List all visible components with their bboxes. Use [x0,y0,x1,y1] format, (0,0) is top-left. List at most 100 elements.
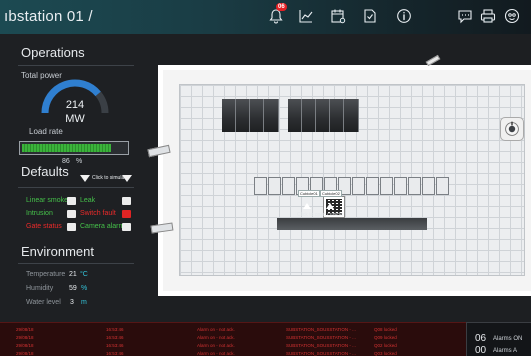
alarm-time: 16:53:46 [106,327,124,332]
equipment-rack[interactable] [288,99,302,132]
equipment-rack[interactable] [222,99,236,132]
alarm-date: 29/08/18 [16,335,34,340]
default-switch-fault-checkbox[interactable] [122,210,131,218]
cubicle[interactable] [268,177,281,195]
cubicle[interactable] [408,177,421,195]
water-level-label: Water level [26,299,61,306]
defaults-divider [18,187,134,188]
cubicle-row-base [277,218,427,230]
simulate-right-arrow-icon[interactable] [122,175,132,182]
alarm-row[interactable]: 29/08/18 16:53:46 Alarm on - not ack. SU… [0,350,466,356]
substation-3d-view[interactable]: Cubicle01 Cubicle02 Click to open cubicl… [147,34,531,322]
alarm-source: SUBSTATION_SOUSSTATION - ... [286,327,356,332]
cubicle-1-arrow-icon[interactable] [303,203,311,209]
equipment-rack[interactable] [344,99,359,132]
header-bar: ıbstation 01 / 06 [0,0,531,34]
document-icon[interactable] [362,8,378,24]
alarm-message: Q08 locked [374,327,397,332]
cubicle-label-1[interactable]: Cubicle01 [298,190,320,197]
alarm-date: 29/08/18 [16,327,34,332]
chart-icon[interactable] [298,8,314,24]
default-camera-alarm-checkbox[interactable] [122,223,131,231]
cubicle[interactable] [436,177,449,195]
open-cubicle-hint: Click to open cubicle [297,212,343,218]
default-intrusion-checkbox[interactable] [67,210,76,218]
alarm-list[interactable]: 29/08/18 16:53:46 Alarm on - not ack. SU… [0,322,466,356]
load-rate-unit: % [76,158,83,165]
humidity-value: 59 [69,285,77,292]
temperature-value: 21 [69,271,77,278]
alarm-row[interactable]: 29/08/18 16:53:46 Alarm on - not ack. SU… [0,326,466,334]
alarm-row[interactable]: 29/08/18 16:53:46 Alarm on - not ack. SU… [0,334,466,342]
load-rate-label: Load rate [29,127,63,136]
power-value: 214 [65,99,85,111]
cubicle[interactable] [254,177,267,195]
load-rate-bar-fill [22,144,112,152]
bell-icon[interactable]: 06 [268,3,287,24]
calendar-icon[interactable] [330,8,346,24]
alarm-time: 16:53:46 [106,351,124,356]
default-gate-status-checkbox[interactable] [67,223,76,231]
temperature-unit: °C [80,271,88,278]
alarm-status: Alarm on - not ack. [197,335,235,340]
default-intrusion-label: Intrusion [26,210,53,217]
default-camera-alarm-label: Camera alarm [80,223,125,230]
equipment-rack[interactable] [250,99,264,132]
alarm-source: SUBSTATION_SOUSSTATION - ... [286,335,356,340]
simulate-left-arrow-icon[interactable] [80,175,90,182]
defaults-title: Defaults [21,164,69,179]
default-switch-fault-label: Switch fault [80,210,116,217]
equipment-rack[interactable] [264,99,279,132]
alarm-status: Alarm on - not ack. [197,351,235,356]
equipment-rack[interactable] [302,99,316,132]
print-icon[interactable] [480,8,496,24]
alarm-count-badge: 06 [276,3,287,11]
temperature-label: Temperature [26,271,66,278]
humidity-unit: % [81,285,88,292]
alarm-source: SUBSTATION_SOUSSTATION - ... [286,343,356,348]
alarms-ack-count: 00 [475,345,487,356]
alarms-on-label: Alarms ON [493,336,523,342]
alarm-source: SUBSTATION_SOUSSTATION - ... [286,351,356,356]
water-level-value: 3 [70,299,74,306]
cubicle[interactable] [366,177,379,195]
power-unit: MW [65,113,85,125]
cubicle[interactable] [380,177,393,195]
water-level-unit: m [81,299,87,306]
operations-title: Operations [21,45,85,60]
cubicle-label-2[interactable]: Cubicle02 [320,190,342,197]
operations-divider [18,65,134,66]
default-leak-checkbox[interactable] [122,197,131,205]
cubicle-2-arrow-icon[interactable] [326,203,334,209]
alarm-row[interactable]: 29/08/18 16:53:46 Alarm on - not ack. SU… [0,342,466,350]
environment-title: Environment [21,244,94,259]
alarm-status: Alarm on - not ack. [197,327,235,332]
alarms-on-count: 06 [475,333,487,344]
alarm-time: 16:53:46 [106,335,124,340]
left-panel: Operations Total power 214 MW Load rate … [0,34,150,322]
alarms-ack-label: Alarms A [493,348,518,354]
default-linear-smoke-checkbox[interactable] [67,197,76,205]
humidity-label: Humidity [26,285,54,292]
cubicle[interactable] [282,177,295,195]
cubicle[interactable] [352,177,365,195]
default-linear-smoke-label: Linear smoke [26,197,69,204]
equipment-rack[interactable] [316,99,330,132]
default-leak-label: Leak [80,197,96,204]
environment-divider [18,263,134,264]
alarm-message: Q02 locked [374,343,397,348]
info-icon[interactable] [396,8,412,24]
alarm-summary[interactable]: 06 Alarms ON 00 Alarms A [466,322,531,356]
load-rate-bar [19,141,129,155]
equipment-rack[interactable] [330,99,344,132]
equipment-rack[interactable] [236,99,250,132]
alarm-status: Alarm on - not ack. [197,343,235,348]
alarm-message: Q03 locked [374,351,397,356]
fire-extinguisher-icon[interactable] [500,117,524,141]
cubicle[interactable] [422,177,435,195]
alarm-time: 16:53:46 [106,343,124,348]
alarm-date: 29/08/18 [16,351,34,356]
chat-icon[interactable] [457,8,473,24]
cubicle[interactable] [394,177,407,195]
user-icon[interactable] [504,8,520,24]
